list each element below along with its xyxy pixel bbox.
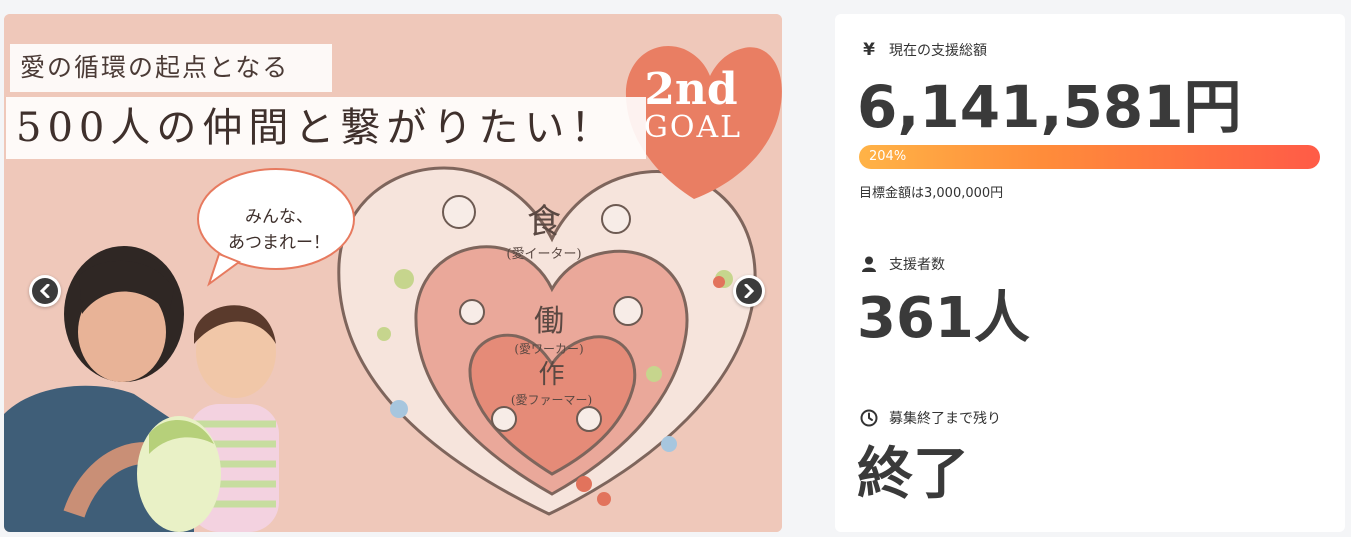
chevron-left-icon (39, 284, 50, 298)
funding-label: 現在の支援総額 (889, 43, 987, 59)
remaining-label: 募集終了まで残り (889, 411, 1001, 427)
progress-percent: 204% (869, 149, 907, 164)
supporters-label: 支援者数 (889, 257, 945, 273)
inner-circle-label: 作 (愛ファーマー) (504, 354, 599, 408)
clock-icon (859, 409, 879, 427)
chevron-right-icon (744, 284, 755, 298)
outer-circle-sub: (愛イーター) (506, 247, 582, 262)
supporters-value: 361人 (857, 286, 1030, 351)
middle-circle-title: 働 (534, 304, 564, 339)
goal-word: GOAL (643, 110, 743, 145)
carousel-prev-button[interactable] (29, 275, 61, 307)
funding-stats-panel: ¥ 現在の支援総額 6,141,581円 204% 目標金額は3,000,000… (835, 14, 1345, 532)
goal-number: 2nd (644, 64, 738, 115)
cabbage-figure (137, 416, 221, 532)
outer-circle-label: 食 (愛イーター) (504, 194, 584, 262)
supporters-label-row: 支援者数 (859, 254, 945, 274)
remaining-value: 終了 (857, 442, 969, 507)
inner-circle-sub: (愛ファーマー) (510, 393, 593, 407)
tagline-small: 愛の循環の起点となる (10, 44, 332, 92)
target-amount-text: 目標金額は3,000,000円 (859, 186, 1004, 201)
funding-progress-bar: 204% (859, 145, 1320, 169)
project-hero-slide: 愛の循環の起点となる 500人の仲間と繋がりたい！ 2nd GOAL みんな、 … (4, 14, 782, 532)
yen-icon: ¥ (863, 40, 875, 60)
middle-circle-label: 働 (愛ワーカー) (504, 296, 594, 357)
remaining-label-row: 募集終了まで残り (859, 408, 1001, 428)
carousel-next-button[interactable] (733, 275, 765, 307)
speech-bubble-text: みんな、 あつまれー！ (228, 207, 330, 253)
tagline-large: 500人の仲間と繋がりたい！ (6, 97, 646, 159)
funding-amount: 6,141,581円 (857, 73, 1242, 141)
person-icon (859, 256, 879, 272)
outer-circle-title: 食 (527, 202, 561, 242)
funding-label-row: ¥ 現在の支援総額 (859, 40, 987, 60)
inner-circle-title: 作 (538, 360, 565, 390)
